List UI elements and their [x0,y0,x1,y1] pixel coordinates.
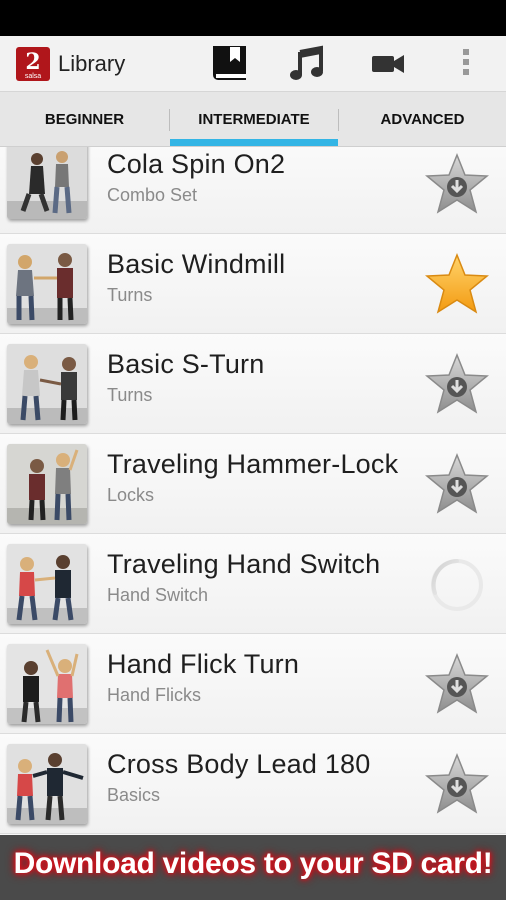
tab-beginner[interactable]: BEGINNER [0,92,169,147]
video-thumbnail [7,644,87,724]
video-title: Traveling Hammer-Lock [107,449,399,479]
video-thumbnail [7,244,87,324]
status-bar [0,0,506,36]
action-bar: 2 salsa Library [0,36,506,92]
video-thumbnail [7,344,87,424]
promo-banner-text: Download videos to your SD card! [13,847,493,880]
download-star-icon[interactable] [425,453,489,515]
list-item[interactable]: Basic Windmill Turns [0,234,506,334]
video-category: Locks [107,485,155,505]
video-category: Turns [107,285,153,305]
video-category: Hand Flicks [107,685,202,705]
video-title: Hand Flick Turn [107,649,300,679]
app-title: Library [58,51,126,76]
tab-advanced[interactable]: ADVANCED [339,92,506,147]
video-camera-icon[interactable] [368,44,408,84]
list-item[interactable]: Hand Flick Turn Hand Flicks [0,634,506,734]
download-star-icon[interactable] [425,653,489,715]
list-item[interactable]: Cross Body Lead 180 Basics [0,734,506,834]
favorite-star-icon[interactable] [425,253,489,315]
video-category: Combo Set [107,185,198,205]
app-logo[interactable]: 2 salsa [16,47,50,81]
video-list[interactable]: Cola Spin On2 Combo Set Basic Windmill T… [0,147,506,835]
list-item[interactable]: Basic S-Turn Turns [0,334,506,434]
logo-letter: 2 [25,49,41,75]
download-star-icon[interactable] [425,153,489,215]
video-thumbnail [7,444,87,524]
video-title: Basic S-Turn [107,349,265,379]
video-title: Basic Windmill [107,249,286,279]
selected-tab-indicator [170,139,338,146]
video-thumbnail [7,544,87,624]
download-star-icon[interactable] [425,753,489,815]
video-title: Cross Body Lead 180 [107,749,371,779]
video-thumbnail [7,744,87,824]
logo-caption: salsa [24,73,42,80]
list-item[interactable]: Traveling Hammer-Lock Locks [0,434,506,534]
video-category: Basics [107,785,161,805]
library-book-icon[interactable] [210,44,250,84]
music-note-icon[interactable] [287,44,327,84]
video-title: Traveling Hand Switch [107,549,381,579]
promo-banner[interactable]: Download videos to your SD card! [0,835,506,900]
video-category: Hand Switch [107,585,209,605]
list-item[interactable]: Traveling Hand Switch Hand Switch [0,534,506,634]
list-item[interactable]: Cola Spin On2 Combo Set [0,147,506,234]
download-star-icon[interactable] [425,353,489,415]
video-title: Cola Spin On2 [107,149,286,179]
video-category: Turns [107,385,153,405]
loading-spinner-icon [429,557,485,613]
video-thumbnail [7,147,87,219]
overflow-menu-icon[interactable] [458,46,474,82]
